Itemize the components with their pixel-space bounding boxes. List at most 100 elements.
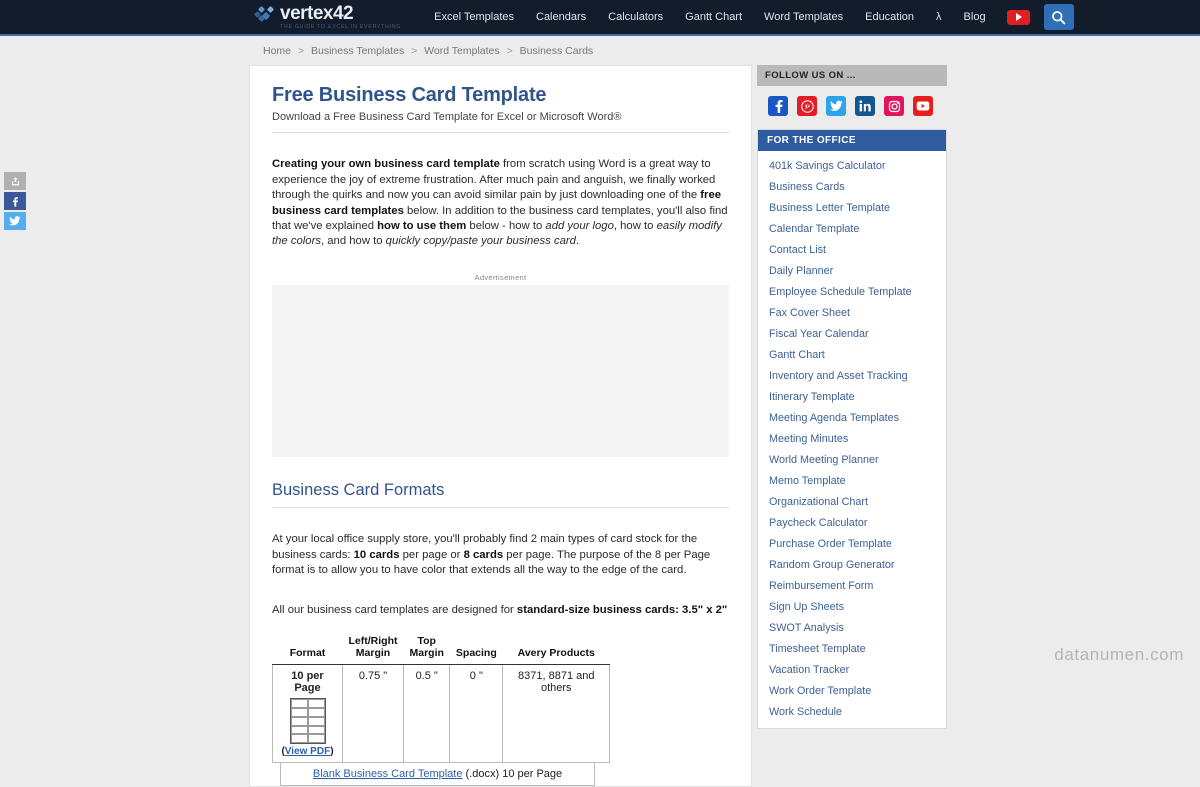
cell-spacing: 0 " <box>449 664 504 764</box>
formats-p1-part2: per page or <box>399 548 464 561</box>
advertisement-label: Advertisement <box>474 273 527 283</box>
formats-p2-bold1: standard-size business cards: 3.5" x 2" <box>516 603 728 616</box>
logo-wordmark: vertex42 <box>280 3 354 24</box>
advertisement-slot[interactable] <box>272 285 729 458</box>
table-header-avery-products: Avery Products <box>502 632 610 666</box>
intro-paragraph: Creating your own business card template… <box>250 144 751 249</box>
formats-p1-bold1: 10 cards <box>353 548 400 561</box>
page-body: Home > Business Templates > Word Templat… <box>0 36 1200 787</box>
nav-item-blog[interactable]: Blog <box>953 0 997 35</box>
sidebar-link-organizational-chart[interactable]: Organizational Chart <box>758 491 946 512</box>
follow-us-header: FOLLOW US ON ... <box>757 65 947 86</box>
nav-item-lambda[interactable]: λ <box>925 0 953 35</box>
intro-lead-bold: Creating your own business card template <box>272 158 500 171</box>
sidebar-link-employee-schedule-template[interactable]: Employee Schedule Template <box>758 281 946 302</box>
sidebar-link-inventory-and-asset-tracking[interactable]: Inventory and Asset Tracking <box>758 365 946 386</box>
top-navigation-bar: vertex42 THE GUIDE TO EXCEL IN EVERYTHIN… <box>0 0 1200 36</box>
breadcrumb-separator: > <box>506 45 513 57</box>
sidebar-link-fax-cover-sheet[interactable]: Fax Cover Sheet <box>758 302 946 323</box>
twitter-share-icon[interactable] <box>4 212 26 230</box>
breadcrumb-item-home[interactable]: Home <box>263 45 291 57</box>
sidebar-link-401k-savings-calculator[interactable]: 401k Savings Calculator <box>758 155 946 176</box>
sidebar-link-calendar-template[interactable]: Calendar Template <box>758 218 946 239</box>
sidebar-link-timesheet-template[interactable]: Timesheet Template <box>758 638 946 659</box>
nav-item-calendars[interactable]: Calendars <box>525 0 597 35</box>
intro-part3: below - how to <box>466 219 546 232</box>
instagram-icon[interactable] <box>884 96 904 116</box>
breadcrumb-item-word-templates[interactable]: Word Templates <box>424 45 499 57</box>
pinterest-icon[interactable] <box>797 96 817 116</box>
nav-item-word-templates[interactable]: Word Templates <box>753 0 854 35</box>
table-header-spacing: Spacing <box>449 632 503 666</box>
cell-left-right-margin: 0.75 " <box>342 664 404 764</box>
table-header-left-right-margin: Left/Right Margin <box>342 632 404 666</box>
view-pdf-link[interactable]: View PDF <box>285 746 330 757</box>
blank-business-card-template-link[interactable]: Blank Business Card Template <box>313 768 463 780</box>
formats-p1-bold2: 8 cards <box>463 548 504 561</box>
nav-item-gantt-chart[interactable]: Gantt Chart <box>674 0 753 35</box>
formats-paragraph-2: All our business card templates are desi… <box>250 590 751 618</box>
view-pdf-suffix: ) <box>330 746 334 758</box>
sidebar-link-itinerary-template[interactable]: Itinerary Template <box>758 386 946 407</box>
intro-bold3: how to use them <box>377 219 467 232</box>
sidebar-link-world-meeting-planner[interactable]: World Meeting Planner <box>758 449 946 470</box>
section-title-business-card-formats: Business Card Formats <box>272 481 729 509</box>
breadcrumb-separator: > <box>411 45 418 57</box>
sidebar-link-business-cards[interactable]: Business Cards <box>758 176 946 197</box>
sidebar-link-business-letter-template[interactable]: Business Letter Template <box>758 197 946 218</box>
sidebar-link-swot-analysis[interactable]: SWOT Analysis <box>758 617 946 638</box>
youtube-icon[interactable] <box>913 96 933 116</box>
site-logo[interactable]: vertex42 THE GUIDE TO EXCEL IN EVERYTHIN… <box>253 1 402 33</box>
sidebar: FOLLOW US ON ... FOR THE OFFICE 401k Sav… <box>757 65 947 729</box>
sidebar-link-paycheck-calculator[interactable]: Paycheck Calculator <box>758 512 946 533</box>
table-header-row: Format Left/Right Margin Top Margin Spac… <box>272 632 610 666</box>
sidebar-link-work-order-template[interactable]: Work Order Template <box>758 680 946 701</box>
sidebar-link-vacation-tracker[interactable]: Vacation Tracker <box>758 659 946 680</box>
for-the-office-box: FOR THE OFFICE 401k Savings Calculator B… <box>757 129 947 729</box>
logo-tagline: THE GUIDE TO EXCEL IN EVERYTHING <box>280 24 402 30</box>
sidebar-link-gantt-chart[interactable]: Gantt Chart <box>758 344 946 365</box>
sidebar-link-meeting-agenda-templates[interactable]: Meeting Agenda Templates <box>758 407 946 428</box>
for-the-office-list: 401k Savings Calculator Business Cards B… <box>758 151 946 728</box>
sidebar-link-meeting-minutes[interactable]: Meeting Minutes <box>758 428 946 449</box>
intro-part5: , and how to <box>320 235 386 248</box>
watermark: datanumen.com <box>1054 645 1184 664</box>
breadcrumb-item-business-cards[interactable]: Business Cards <box>520 45 594 57</box>
for-the-office-header: FOR THE OFFICE <box>758 130 946 151</box>
sidebar-link-reimbursement-form[interactable]: Reimbursement Form <box>758 575 946 596</box>
sidebar-link-fiscal-year-calendar[interactable]: Fiscal Year Calendar <box>758 323 946 344</box>
nav-item-education[interactable]: Education <box>854 0 925 35</box>
intro-ital3: quickly copy/paste your business card <box>385 235 576 248</box>
facebook-share-icon[interactable] <box>4 192 26 210</box>
title-divider <box>272 132 729 133</box>
table-header-top-margin: Top Margin <box>403 632 450 666</box>
breadcrumb-item-business-templates[interactable]: Business Templates <box>311 45 404 57</box>
sidebar-link-sign-up-sheets[interactable]: Sign Up Sheets <box>758 596 946 617</box>
main-content-panel: Free Business Card Template Download a F… <box>249 65 752 787</box>
table-header-format: Format <box>272 632 343 666</box>
format-label: 10 per Page <box>291 670 324 695</box>
intro-ital1: add your logo <box>545 219 614 232</box>
share-icon[interactable] <box>4 172 26 190</box>
youtube-icon[interactable] <box>1006 9 1030 25</box>
sidebar-link-random-group-generator[interactable]: Random Group Generator <box>758 554 946 575</box>
formats-p2-part1: All our business card templates are desi… <box>272 603 517 616</box>
intro-part6: . <box>575 235 580 248</box>
linkedin-icon[interactable] <box>855 96 875 116</box>
view-pdf-wrapper: (View PDF) <box>279 746 336 757</box>
sidebar-link-memo-template[interactable]: Memo Template <box>758 470 946 491</box>
twitter-icon[interactable] <box>826 96 846 116</box>
sidebar-link-daily-planner[interactable]: Daily Planner <box>758 260 946 281</box>
facebook-icon[interactable] <box>768 96 788 116</box>
search-icon[interactable] <box>1043 4 1074 30</box>
formats-paragraph-1: At your local office supply store, you'l… <box>250 519 751 578</box>
formats-table-wrapper: Format Left/Right Margin Top Margin Spac… <box>250 632 751 787</box>
sidebar-link-work-schedule[interactable]: Work Schedule <box>758 701 946 722</box>
nav-item-calculators[interactable]: Calculators <box>597 0 674 35</box>
social-icons-row <box>757 86 947 129</box>
sidebar-link-contact-list[interactable]: Contact List <box>758 239 946 260</box>
sidebar-link-purchase-order-template[interactable]: Purchase Order Template <box>758 533 946 554</box>
card-layout-icon <box>289 698 326 745</box>
formats-table: Format Left/Right Margin Top Margin Spac… <box>272 632 611 764</box>
nav-item-excel-templates[interactable]: Excel Templates <box>423 0 525 35</box>
